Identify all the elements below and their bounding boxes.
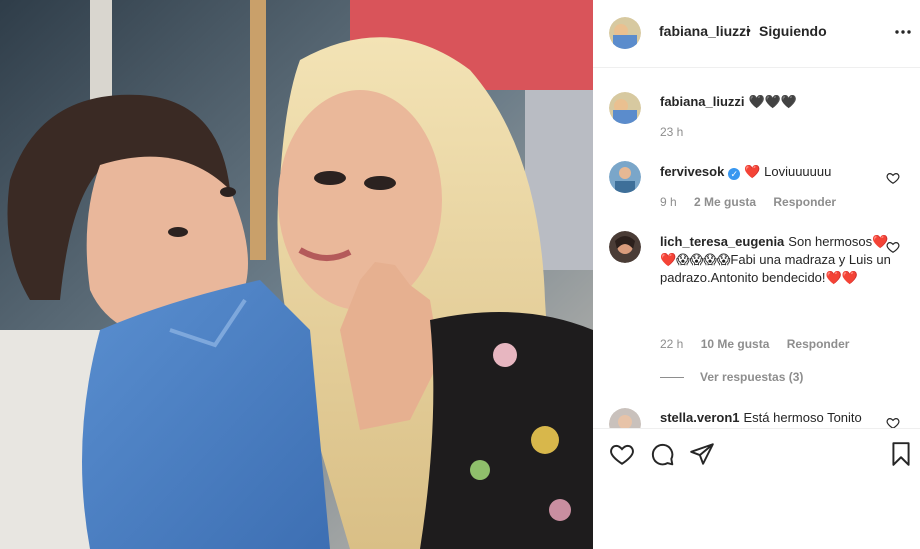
author-avatar[interactable] — [609, 17, 641, 49]
post-actions-bar — [593, 428, 920, 549]
post-photo-image — [0, 0, 593, 549]
like-comment-heart-icon[interactable] — [886, 416, 900, 428]
like-heart-icon[interactable] — [609, 441, 635, 467]
more-options-icon[interactable] — [893, 22, 913, 42]
comment-avatar[interactable] — [609, 408, 641, 428]
comment-avatar[interactable] — [609, 231, 641, 263]
comment-likes[interactable]: 2 Me gusta — [694, 195, 756, 209]
comment-username[interactable]: fervivesok — [660, 164, 724, 179]
caption-time[interactable]: 23 h — [660, 125, 683, 139]
view-replies-label: Ver respuestas (3) — [700, 370, 804, 384]
share-paper-plane-icon[interactable] — [689, 441, 715, 467]
caption-text: fabiana_liuzzi 🖤🖤🖤 — [660, 93, 892, 111]
replies-divider — [660, 377, 684, 378]
like-comment-heart-icon[interactable] — [886, 171, 900, 185]
comment-text: stella.veron1 Está hermoso Tonito — [660, 409, 892, 427]
comment-body: Está hermoso Tonito — [743, 410, 862, 425]
post-details-panel: fabiana_liuzzi • Siguiendo fabiana_liuzz… — [593, 0, 920, 549]
view-replies-button[interactable]: Ver respuestas (3) — [660, 370, 803, 384]
follow-status-button[interactable]: Siguiendo — [759, 23, 827, 39]
comment-body: ❤️ Loviuuuuuu — [744, 164, 832, 179]
caption-username[interactable]: fabiana_liuzzi — [660, 94, 745, 109]
comment-time[interactable]: 9 h — [660, 195, 677, 209]
post-header: fabiana_liuzzi • Siguiendo — [593, 0, 920, 68]
comment-meta: 9 h 2 Me gusta Responder — [660, 195, 850, 209]
verified-badge-icon: ✓ — [728, 168, 741, 180]
comment-bubble-icon[interactable] — [649, 441, 675, 467]
comment-username[interactable]: stella.veron1 — [660, 410, 740, 425]
caption-meta: 23 h — [660, 125, 697, 139]
comment-text: fervivesok ✓ ❤️ Loviuuuuuu — [660, 163, 892, 181]
comment-meta: 22 h 10 Me gusta Responder — [660, 337, 863, 351]
author-username[interactable]: fabiana_liuzzi — [659, 23, 750, 39]
comment-text: lich_teresa_eugenia Son hermosos❤️❤️😱😱😱😱F… — [660, 233, 892, 287]
comment-username[interactable]: lich_teresa_eugenia — [660, 234, 784, 249]
save-bookmark-icon[interactable] — [888, 441, 914, 467]
post-photo[interactable] — [0, 0, 593, 549]
comments-list[interactable]: fabiana_liuzzi 🖤🖤🖤 23 h fervivesok ✓ ❤️ Lov… — [593, 69, 920, 428]
reply-button[interactable]: Responder — [787, 337, 850, 351]
comment-likes[interactable]: 10 Me gusta — [701, 337, 770, 351]
caption-body: 🖤🖤🖤 — [748, 94, 798, 109]
comment-time[interactable]: 22 h — [660, 337, 683, 351]
header-separator: • — [746, 22, 751, 38]
caption-avatar[interactable] — [609, 92, 641, 124]
like-comment-heart-icon[interactable] — [886, 240, 900, 254]
reply-button[interactable]: Responder — [773, 195, 836, 209]
comment-avatar[interactable] — [609, 161, 641, 193]
